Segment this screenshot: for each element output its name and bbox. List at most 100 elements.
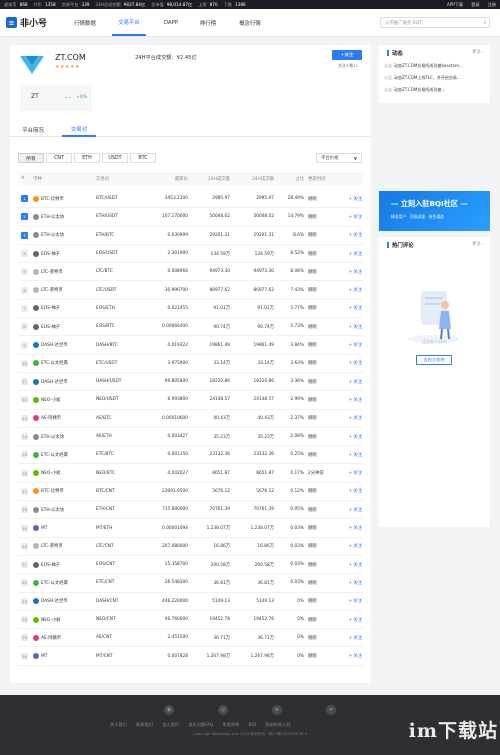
tab-overview[interactable]: 平台简况 [16,123,50,137]
coin-cell[interactable]: NEO-小蚁 [33,391,93,408]
table-row[interactable]: 26 MT MT/CNT 0.007828 1,267.98万 1,267.98万 0% 刚刚… [18,648,363,666]
follow-pair-button[interactable]: + 关注 [340,629,362,646]
follow-pair-button[interactable]: + 关注 [340,519,362,536]
footer-link[interactable]: BQI [249,722,256,727]
follow-pair-button[interactable]: + 关注 [340,446,362,463]
follow-pair-button[interactable]: + 关注 [340,648,362,665]
community-banner[interactable]: — 立刻入驻BQI社区 — 精准用户 · 顶级流量 · 绿色通道 [379,191,490,231]
table-row[interactable]: 15 ETC-以太经典 ETC/BTC 0.001150 23132.36 23132.3… [18,446,363,465]
coin-cell[interactable]: EOS-柚子 [33,300,93,317]
table-row[interactable]: 17 BTC-比特币 BTC/CNT 23091.9500 5676.12 5676.12… [18,483,363,502]
follow-pair-button[interactable]: + 关注 [340,355,362,372]
tab-trading-pairs[interactable]: 交易对 [62,123,96,137]
coin-cell[interactable]: DASH-达世币 [33,593,93,610]
footer-link[interactable]: 关于我们 [110,722,127,727]
nav-market-data[interactable]: 行情数据 [68,9,102,36]
nav-exchanges[interactable]: 交易平台 [112,9,146,36]
nav-dapp[interactable]: DAPP [157,9,185,36]
filter-cnt[interactable]: CNT [46,153,72,163]
sort-select[interactable]: 平台价格 ▼ [316,153,362,163]
col-price[interactable]: 最新价 [143,172,188,185]
table-row[interactable]: 24 NEO-小蚁 NEO/CNT 46.760000 19452.78 19452.78… [18,611,363,630]
table-row[interactable]: 13 AE-阿姨币 AE/BTC 0.00010600 40.43万 40.43万 2.37… [18,410,363,428]
coin-cell[interactable]: NEO-小蚁 [33,465,93,482]
follow-pair-button[interactable]: + 关注 [340,410,362,427]
table-row[interactable]: 7 EOS-柚子 EOS/ETH 0.021455 91.01万 91.01万 5.77% 刚… [18,300,363,319]
follow-pair-button[interactable]: + 关注 [340,208,362,225]
follow-pair-button[interactable]: + 关注 [340,336,362,353]
col-volume[interactable]: 24H成交量 [190,172,230,185]
footer-link[interactable]: 帮助机构入驻 [265,722,290,727]
news-item[interactable]: 公告 动态ZT.COM上线TLC，并开启交易... [384,75,487,81]
coin-cell[interactable]: EOS-柚子 [33,318,93,335]
table-row[interactable]: 20 LTC-莱特币 LTC/CNT 207.080000 16.86万 16.86万 0.… [18,538,363,556]
table-row[interactable]: 25 AE-阿姨币 AE/CNT 2.451500 36.71万 36.71万 0% 刚刚 + … [18,629,363,648]
news-item[interactable]: 公告 动态ZT.COM交易所成功被... [384,87,487,93]
follow-pair-button[interactable]: + 关注 [340,373,362,390]
coin-cell[interactable]: NEO-小蚁 [33,611,93,628]
coin-cell[interactable]: BTC-比特币 [33,190,93,207]
footer-link[interactable]: 联系我们 [136,722,153,727]
nav-concepts[interactable]: 概念行情 [233,9,267,36]
follow-pair-button[interactable]: + 关注 [340,282,362,299]
footer-link[interactable]: 免责声明 [223,722,240,727]
coin-cell[interactable]: EOS-柚子 [33,556,93,573]
follow-pair-button[interactable]: + 关注 [340,465,362,482]
coin-cell[interactable]: MT [33,648,93,665]
twitter-icon[interactable]: ✦ [326,705,336,715]
comments-more-link[interactable]: 更多 › [472,241,484,247]
follow-button[interactable]: +关注 [332,50,362,60]
coin-cell[interactable]: DASH-达世币 [33,373,93,390]
col-amount[interactable]: 24H成交额 [233,172,274,185]
nav-rankings[interactable]: 排行榜 [194,9,222,36]
table-row[interactable]: 12 NEO-小蚁 NEO/USDT 6.993800 24148.57 24148.57… [18,391,363,410]
table-row[interactable]: 16 NEO-小蚁 NEO/BTC 0.002027 8651.87 8651.87 0.1… [18,465,363,483]
search-icon[interactable]: ⌕ [484,20,486,26]
follow-pair-button[interactable]: + 关注 [340,263,362,280]
coin-cell[interactable]: LTC-莱特币 [33,282,93,299]
table-row[interactable]: 9 DASH-达世币 DASH/BTC 0.019322 19861.49 19861.4… [18,336,363,355]
weibo-icon[interactable]: ◎ [218,705,228,715]
follow-pair-button[interactable]: + 关注 [340,501,362,518]
coin-cell[interactable]: EOS-柚子 [33,245,93,262]
search-input[interactable]: 火币推广服务 BQT ⌕ [380,17,490,28]
coin-cell[interactable]: ETH-以太坊 [33,501,93,518]
table-row[interactable]: 18 ETH-以太坊 ETH/CNT 715.890000 70761.39 70761.… [18,501,363,520]
table-row[interactable]: 4 EOS-柚子 EOS/USDT 2.301900 134.59万 134.59万 8.5… [18,245,363,264]
table-row[interactable]: 3 ETH-以太坊 ETH/BTC 0.030999 29201.31 29201.31 8… [18,227,363,245]
wechat-icon[interactable]: ◉ [164,705,174,715]
table-row[interactable]: 14 ETH-以太坊 AE/ETH 0.003427 35.23万 35.23万 2.08%… [18,428,363,447]
filter-all[interactable]: 所有 [18,153,44,163]
register-link[interactable]: 注册 [488,2,496,8]
telegram-icon[interactable]: ➤ [272,705,282,715]
coin-cell[interactable]: LTC-莱特币 [33,538,93,555]
coin-cell[interactable]: AE-阿姨币 [33,629,93,646]
coin-cell[interactable]: ETC-以太经典 [33,355,93,372]
table-row[interactable]: 6 LTC-莱特币 LTC/USDT 30.996700 86977.62 86977.6… [18,282,363,300]
follow-pair-button[interactable]: + 关注 [340,428,362,445]
follow-pair-button[interactable]: + 关注 [340,611,362,628]
footer-link[interactable]: 加入我们 [162,722,179,727]
post-comment-button[interactable]: 去抢沙发吧 [416,355,452,365]
table-row[interactable]: 19 MT MT/ETH 0.00001094 1,238.07万 1,238.07万 0.… [18,519,363,538]
follow-pair-button[interactable]: + 关注 [340,300,362,317]
table-row[interactable]: 23 DASH-达世币 DASH/CNT 446.220000 5149.13 5149.… [18,593,363,611]
follow-pair-button[interactable]: + 关注 [340,227,362,244]
follow-pair-button[interactable]: + 关注 [340,318,362,335]
follow-pair-button[interactable]: + 关注 [340,190,362,207]
table-row[interactable]: 8 EOS-柚子 EOS/BTC 0.00066400 90.74万 90.74万 5.73… [18,318,363,337]
follow-pair-button[interactable]: + 关注 [340,538,362,555]
app-download-link[interactable]: APP下载 [447,2,463,8]
coin-cell[interactable]: BTC-比特币 [33,483,93,500]
table-row[interactable]: 21 EOS-柚子 EOS/CNT 15.358700 200.58万 200.58万 0.… [18,556,363,575]
coin-cell[interactable]: AE-阿姨币 [33,410,93,427]
follow-pair-button[interactable]: + 关注 [340,483,362,500]
platform-token-card[interactable]: ZT ⟵ +0% [20,85,92,111]
coin-cell[interactable]: ETC-以太经典 [33,574,93,591]
col-pair[interactable]: 交易对 [96,172,136,185]
coin-cell[interactable]: ETH-以太坊 [33,208,93,225]
table-row[interactable]: 2 ETH-以太坊 ETH/USDT 107.170000 50048.02 50048.… [18,208,363,227]
login-link[interactable]: 登录 [471,2,479,8]
table-row[interactable]: 1 BTC-比特币 BTC/USDT 3453.2100 2995.97 2995.97 2… [18,190,363,209]
filter-usdt[interactable]: USDT [102,153,128,163]
